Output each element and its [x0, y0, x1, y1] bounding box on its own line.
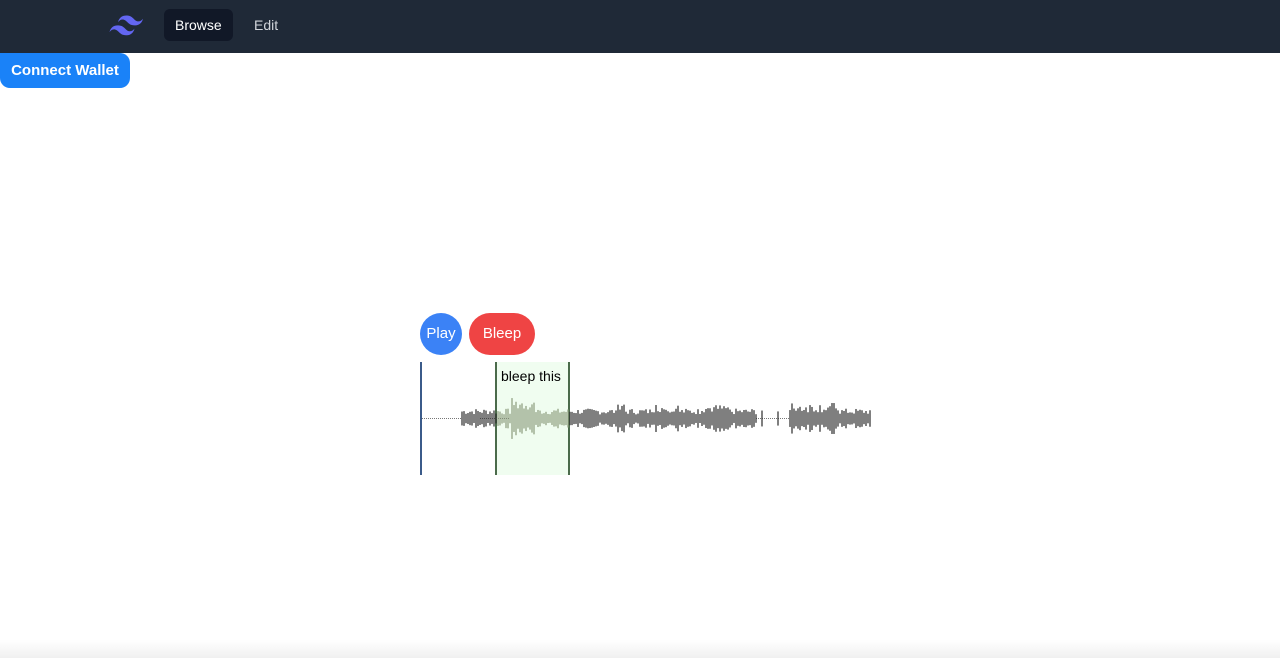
region-label: bleep this — [501, 368, 561, 384]
nav-edit[interactable]: Edit — [243, 9, 289, 41]
bottom-shade — [0, 640, 1280, 658]
bleep-button[interactable]: Bleep — [469, 313, 535, 355]
play-button[interactable]: Play — [420, 313, 462, 355]
nav-browse[interactable]: Browse — [164, 9, 233, 41]
tailwind-logo-icon[interactable] — [109, 12, 144, 36]
top-navbar: Browse Edit — [0, 0, 1280, 53]
connect-wallet-button[interactable]: Connect Wallet — [0, 53, 130, 88]
waveform[interactable] — [420, 362, 872, 475]
